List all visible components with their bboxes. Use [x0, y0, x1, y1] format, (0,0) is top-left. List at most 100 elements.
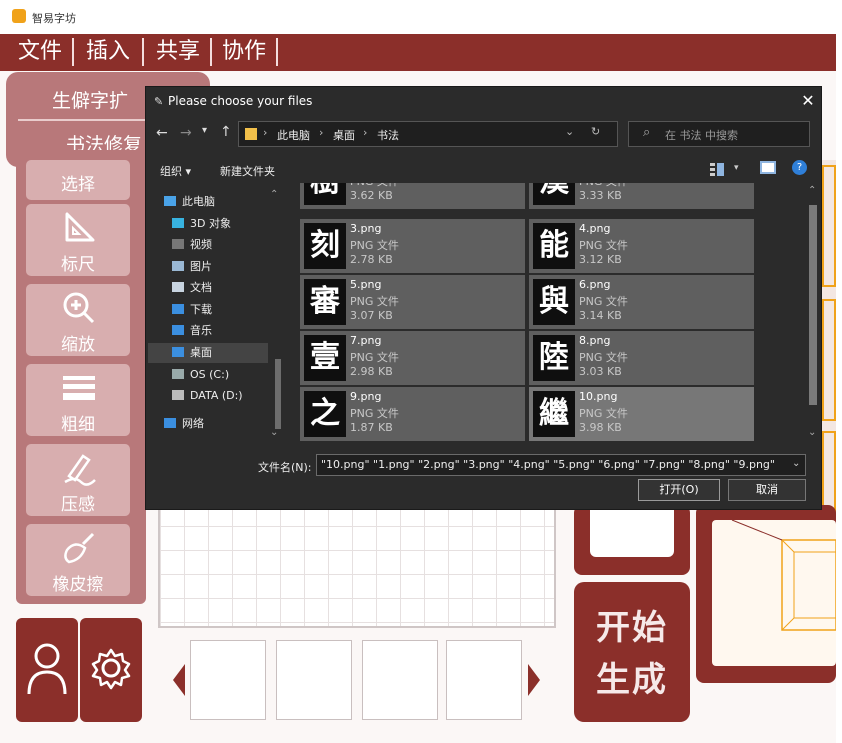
filename-input[interactable]: "10.png" "1.png" "2.png" "3.png" "4.png"… [316, 454, 806, 476]
address-bar[interactable]: › 此电脑 › 桌面 › 书法 ⌄ ↻ [238, 121, 618, 147]
menu-bar: 文件 插入 共享 协作 [0, 34, 836, 71]
file-name: 6.png [579, 278, 611, 291]
file-item[interactable]: 陸 8.png PNG 文件 3.03 KB [529, 331, 754, 385]
recent-chevron-icon[interactable]: ▾ [202, 125, 207, 136]
file-glyph: 陸 [533, 335, 575, 381]
file-item[interactable]: 樹 PNG 文件 3.62 KB [300, 183, 525, 209]
nav-item-pictures[interactable]: 图片 [172, 258, 212, 276]
new-folder-button[interactable]: 新建文件夹 [220, 163, 275, 179]
menu-divider [210, 38, 212, 66]
file-item[interactable]: 能 4.png PNG 文件 3.12 KB [529, 219, 754, 273]
breadcrumb-item[interactable]: 此电脑 [277, 127, 310, 143]
file-item[interactable]: 與 6.png PNG 文件 3.14 KB [529, 275, 754, 329]
menu-share[interactable]: 共享 [150, 36, 206, 68]
file-size: 3.12 KB [579, 253, 622, 266]
file-glyph: 繼 [533, 391, 575, 437]
organize-button[interactable]: 组织 ▾ [160, 163, 191, 179]
help-icon[interactable]: ? [792, 160, 807, 175]
nav-item-downloads[interactable]: 下载 [172, 301, 212, 319]
view-options-icon[interactable] [710, 161, 724, 176]
tool-ruler[interactable]: 标尺 [26, 204, 130, 276]
pen-pressure-icon [64, 454, 96, 486]
thumbnail-slot[interactable] [362, 640, 438, 720]
file-size: 2.98 KB [350, 365, 393, 378]
file-scrollbar-thumb[interactable] [809, 205, 817, 405]
drive-icon [172, 369, 184, 379]
menu-insert[interactable]: 插入 [80, 36, 136, 68]
line-weight-icon [63, 376, 95, 400]
up-arrow-icon[interactable]: ↑ [220, 124, 232, 140]
breadcrumb-item[interactable]: 桌面 [333, 127, 355, 143]
file-thumbnail: 樹 [304, 183, 346, 205]
file-size: 3.14 KB [579, 309, 622, 322]
open-button[interactable]: 打开(O) [638, 479, 720, 501]
nav-item-desktop[interactable]: 桌面 [172, 344, 212, 362]
nav-label: 下载 [190, 303, 212, 316]
music-icon [172, 325, 184, 335]
file-item[interactable]: 之 9.png PNG 文件 1.87 KB [300, 387, 525, 441]
nav-item-3d[interactable]: 3D 对象 [172, 215, 231, 233]
file-item[interactable]: 審 5.png PNG 文件 3.07 KB [300, 275, 525, 329]
next-arrow-icon[interactable] [528, 664, 540, 696]
file-thumbnail: 能 [533, 223, 575, 269]
nav-item-videos[interactable]: 视频 [172, 236, 212, 254]
thumbnail-slot[interactable] [446, 640, 522, 720]
scroll-up-icon[interactable]: ⌃ [808, 185, 816, 196]
close-icon[interactable]: ✕ [798, 91, 818, 111]
thumbnail-slot[interactable] [276, 640, 352, 720]
refresh-icon[interactable]: ↻ [591, 125, 600, 138]
nav-item-drive-d[interactable]: DATA (D:) [172, 387, 243, 405]
nav-scrollbar-thumb[interactable] [275, 359, 281, 429]
tool-zoom[interactable]: 缩放 [26, 284, 130, 356]
file-item-selected[interactable]: 繼 10.png PNG 文件 3.98 KB [529, 387, 754, 441]
breadcrumb-item[interactable]: 书法 [377, 127, 399, 143]
file-thumbnail: 與 [533, 279, 575, 325]
broom-icon [64, 532, 95, 564]
user-button[interactable] [16, 618, 78, 722]
menu-divider [72, 38, 74, 66]
nav-label: 文档 [190, 281, 212, 294]
thumbnail-slot[interactable] [190, 640, 266, 720]
history-chevron-icon[interactable]: ⌄ [565, 125, 574, 138]
file-size: 1.87 KB [350, 421, 393, 434]
nav-scroll-up-icon[interactable]: ⌃ [270, 189, 278, 200]
writing-grid[interactable] [158, 500, 556, 628]
start-generate-button[interactable]: 开始 生成 [574, 582, 690, 722]
file-name: 10.png [579, 390, 618, 403]
forward-arrow-icon[interactable]: → [180, 125, 192, 141]
file-glyph: 刻 [304, 223, 346, 269]
file-item[interactable]: 壹 7.png PNG 文件 2.98 KB [300, 331, 525, 385]
nav-item-drive-c[interactable]: OS (C:) [172, 366, 229, 384]
nav-item-network[interactable]: 网络 [164, 415, 204, 433]
file-item[interactable]: 刻 3.png PNG 文件 2.78 KB [300, 219, 525, 273]
tool-eraser[interactable]: 橡皮擦 [26, 524, 130, 596]
nav-label: 音乐 [190, 324, 212, 337]
file-size: 3.98 KB [579, 421, 622, 434]
file-glyph: 壹 [304, 335, 346, 381]
cancel-button[interactable]: 取消 [728, 479, 806, 501]
dialog-title: Please choose your files [168, 94, 313, 108]
menu-collaborate[interactable]: 协作 [216, 36, 272, 68]
preview-pane-icon[interactable] [760, 161, 776, 174]
view-chevron-icon[interactable]: ▾ [734, 163, 739, 173]
menu-file[interactable]: 文件 [12, 36, 68, 68]
settings-button[interactable] [80, 618, 142, 722]
tool-thickness[interactable]: 粗细 [26, 364, 130, 436]
tool-select[interactable]: 选择 [26, 160, 130, 200]
file-thumbnail: 之 [304, 391, 346, 437]
nav-item-this-pc[interactable]: 此电脑 [164, 193, 215, 211]
tool-pressure[interactable]: 压感 [26, 444, 130, 516]
file-size: 3.07 KB [350, 309, 393, 322]
nav-item-documents[interactable]: 文档 [172, 279, 212, 297]
nav-item-music[interactable]: 音乐 [172, 322, 212, 340]
file-glyph: 審 [304, 279, 346, 325]
file-size: 2.78 KB [350, 253, 393, 266]
filename-dropdown-icon[interactable]: ⌄ [792, 458, 800, 469]
search-input[interactable]: ⌕ 在 书法 中搜索 [628, 121, 810, 147]
scroll-down-icon[interactable]: ⌄ [808, 427, 816, 438]
back-arrow-icon[interactable]: ← [156, 125, 168, 141]
nav-label: 图片 [190, 260, 212, 273]
file-item[interactable]: 漢 PNG 文件 3.33 KB [529, 183, 754, 209]
tool-label: 选择 [61, 175, 95, 195]
prev-arrow-icon[interactable] [173, 664, 185, 696]
